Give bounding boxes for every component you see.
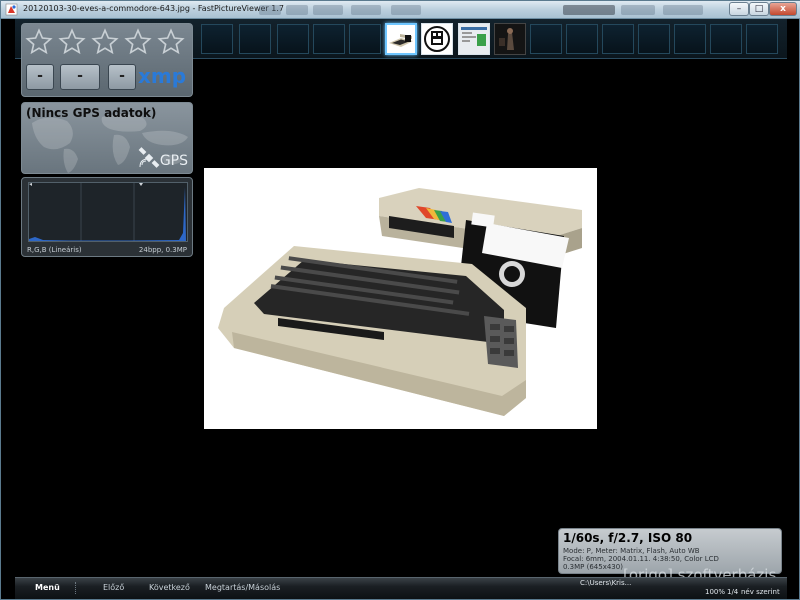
xmp-button-1[interactable]: - [26, 64, 54, 90]
thumbnail-slot [638, 24, 670, 54]
menu-separator [75, 582, 77, 594]
thumbnail-slot [277, 24, 309, 54]
thumbnail-slot [313, 24, 345, 54]
title-bar[interactable]: 20120103-30-eves-a-commodore-643.jpg - F… [1, 1, 800, 19]
app-window: 20120103-30-eves-a-commodore-643.jpg - F… [0, 0, 800, 600]
window-title: 20120103-30-eves-a-commodore-643.jpg - F… [23, 4, 284, 13]
toolbar-chip[interactable] [663, 5, 703, 15]
gps-status-title: (Nincs GPS adatok) [26, 106, 157, 120]
image-position: 1/4 [727, 588, 739, 596]
bottom-bar: Menü Előző Következő Megtartás/Másolás C… [15, 577, 787, 599]
satellite-icon [138, 147, 160, 168]
exif-summary: 1/60s, f/2.7, ISO 80 [563, 531, 693, 545]
toolbar-chip[interactable] [259, 5, 281, 15]
thumbnail-slot [602, 24, 634, 54]
floppy-robot-thumb-icon [422, 24, 452, 54]
sort-order[interactable]: név szerint [741, 588, 780, 596]
thumbnail-slot [239, 24, 271, 54]
thumbnail-commodore[interactable] [385, 23, 417, 55]
minimize-button[interactable]: – [729, 2, 749, 16]
thumbnail-slot [530, 24, 562, 54]
app-icon[interactable] [5, 3, 18, 16]
previous-button[interactable]: Előző [103, 583, 124, 592]
exif-line-1: Mode: P, Meter: Matrix, Flash, Auto WB [563, 547, 700, 555]
star-icon[interactable] [25, 28, 53, 56]
gps-panel: (Nincs GPS adatok) GPS [21, 102, 193, 174]
exif-line-2: Focal: 6mm, 2004.01.11. 4:38:50, Color L… [563, 555, 719, 563]
toolbar-chip[interactable] [313, 5, 343, 15]
commodore-thumb-icon [387, 25, 415, 53]
next-button[interactable]: Következő [149, 583, 190, 592]
thumbnail-slot [746, 24, 778, 54]
histogram-info: 24bpp, 0.3MP [138, 246, 187, 254]
xmp-button-2[interactable]: - [60, 64, 100, 90]
star-icon[interactable] [124, 28, 152, 56]
keep-copy-button[interactable]: Megtartás/Másolás [205, 583, 280, 592]
toolbar-chip[interactable] [563, 5, 615, 15]
toolbar-chip[interactable] [351, 5, 381, 15]
histogram-panel: R,G,B (Lineáris) 24bpp, 0.3MP [21, 177, 193, 257]
exif-line-3: 0.3MP (645x430) [563, 563, 623, 571]
maximize-button[interactable]: □ [749, 2, 769, 16]
zoom-level: 100% [705, 588, 726, 596]
xmp-logo: xmp [138, 64, 187, 88]
thumbnail-slot [674, 24, 706, 54]
main-photo[interactable] [204, 168, 597, 429]
thumbnail-screenshot[interactable] [458, 23, 490, 55]
close-button[interactable]: x [769, 2, 797, 16]
histogram-channels: R,G,B (Lineáris) [27, 246, 82, 254]
thumbnail-slot [710, 24, 742, 54]
star-icon[interactable] [157, 28, 185, 56]
file-path: C:\Users\Kris... [580, 579, 632, 587]
menu-button[interactable]: Menü [35, 583, 60, 592]
dark-photo-thumb-icon [495, 24, 525, 54]
toolbar-chip[interactable] [391, 5, 421, 15]
histogram-graph [29, 183, 186, 241]
gps-label: GPS [159, 153, 188, 169]
screenshot-thumb-icon [459, 24, 489, 54]
commodore-photo [204, 168, 597, 429]
toolbar-chip[interactable] [621, 5, 655, 15]
rating-panel: - - - xmp [21, 23, 193, 97]
thumbnail-slot [349, 24, 381, 54]
star-icon[interactable] [91, 28, 119, 56]
thumbnail-dark-photo[interactable] [494, 23, 526, 55]
thumbnail-slot [566, 24, 598, 54]
histogram-chart [28, 182, 188, 242]
star-icon[interactable] [58, 28, 86, 56]
toolbar-chip[interactable] [286, 5, 308, 15]
xmp-button-3[interactable]: - [108, 64, 136, 90]
thumbnail-floppy-robot[interactable] [421, 23, 453, 55]
thumbnail-slot [201, 24, 233, 54]
